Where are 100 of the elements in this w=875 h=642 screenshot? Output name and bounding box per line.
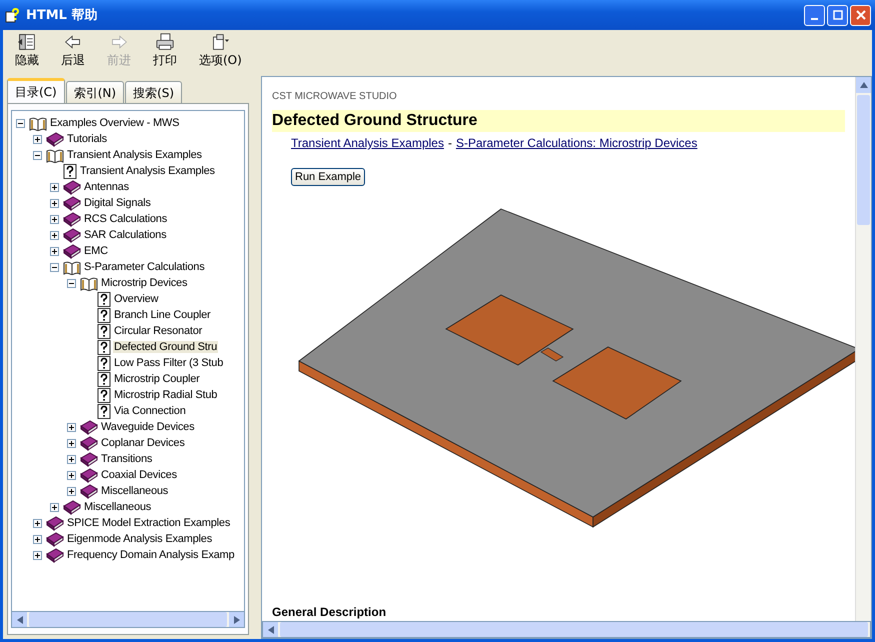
help-page-icon: [97, 404, 111, 418]
expand-toggle[interactable]: [31, 534, 44, 544]
help-page-icon: [97, 388, 111, 402]
tree-item[interactable]: Frequency Domain Analysis Examp: [66, 549, 236, 561]
tree-item[interactable]: Miscellaneous: [100, 485, 170, 497]
horizontal-scrollbar[interactable]: [11, 611, 245, 628]
help-page-icon: [63, 164, 77, 178]
vertical-scrollbar[interactable]: [855, 77, 871, 621]
up-arrow-icon[interactable]: [860, 82, 868, 88]
tree-item[interactable]: Miscellaneous: [83, 501, 152, 513]
breadcrumb-link[interactable]: S-Parameter Calculations: Microstrip Devices: [456, 136, 698, 150]
tree-item[interactable]: Circular Resonator: [113, 325, 204, 337]
help-page-icon: [97, 356, 111, 370]
tab[interactable]: 目录(C): [7, 78, 65, 103]
toolbar-button[interactable]: 隐藏: [11, 33, 43, 69]
product-name: CST MICROWAVE STUDIO: [272, 91, 397, 102]
closed-book-icon: [46, 548, 64, 562]
run-example-button[interactable]: Run Example: [291, 168, 366, 186]
minimize-icon: [811, 18, 818, 20]
toolbar-button[interactable]: 选项(O): [195, 33, 246, 69]
tree-item[interactable]: Microstrip Radial Stub: [113, 389, 218, 401]
expand-toggle[interactable]: [48, 182, 61, 192]
expand-toggle[interactable]: [31, 518, 44, 528]
horizontal-scrollbar[interactable]: [262, 621, 871, 638]
tree-item[interactable]: Microstrip Devices: [100, 277, 188, 289]
expand-toggle[interactable]: [65, 454, 78, 464]
expand-toggle[interactable]: [48, 198, 61, 208]
page-heading: Defected Ground Structure: [272, 110, 845, 132]
tree-item[interactable]: Examples Overview - MWS: [49, 117, 180, 129]
tree-item[interactable]: SAR Calculations: [83, 229, 168, 241]
close-icon: [856, 10, 866, 20]
tree-item[interactable]: Branch Line Coupler: [113, 309, 212, 321]
left-arrow-icon[interactable]: [16, 616, 22, 624]
tree-item[interactable]: RCS Calculations: [83, 213, 168, 225]
expand-toggle[interactable]: [31, 550, 44, 560]
expand-toggle[interactable]: [65, 470, 78, 480]
closed-book-icon: [63, 244, 81, 258]
collapse-toggle[interactable]: [48, 262, 61, 272]
tree-item[interactable]: S-Parameter Calculations: [83, 261, 206, 273]
closed-book-icon: [46, 532, 64, 546]
closed-book-icon: [80, 452, 98, 466]
closed-book-icon: [80, 468, 98, 482]
expand-toggle[interactable]: [48, 246, 61, 256]
close-button[interactable]: [850, 4, 871, 26]
tab[interactable]: 搜索(S): [125, 81, 182, 103]
minimize-button[interactable]: [804, 4, 825, 26]
help-page-icon: [97, 308, 111, 322]
closed-book-icon: [63, 500, 81, 514]
breadcrumb-link[interactable]: Transient Analysis Examples: [291, 136, 444, 150]
tree-item[interactable]: Waveguide Devices: [100, 421, 196, 433]
toolbar-button[interactable]: 打印: [149, 33, 181, 69]
scrollbar-thumb[interactable]: [857, 95, 870, 225]
expand-toggle[interactable]: [31, 134, 44, 144]
closed-book-icon: [46, 132, 64, 146]
tree-item[interactable]: Transitions: [100, 453, 154, 465]
tree-item[interactable]: Transient Analysis Examples: [79, 165, 216, 177]
closed-book-icon: [80, 420, 98, 434]
closed-book-icon: [46, 516, 64, 530]
maximize-button[interactable]: [827, 4, 848, 26]
tree-item[interactable]: Coplanar Devices: [100, 437, 186, 449]
tree-item[interactable]: Eigenmode Analysis Examples: [66, 533, 214, 545]
help-book-icon: [4, 7, 20, 23]
tree-item[interactable]: Transient Analysis Examples: [66, 149, 203, 161]
collapse-toggle[interactable]: [65, 278, 78, 288]
tree-item[interactable]: Digital Signals: [83, 197, 152, 209]
open-book-icon: [46, 148, 64, 162]
closed-book-icon: [80, 436, 98, 450]
collapse-toggle[interactable]: [31, 150, 44, 160]
expand-toggle[interactable]: [48, 230, 61, 240]
help-page-icon: [97, 372, 111, 386]
expand-toggle[interactable]: [65, 486, 78, 496]
left-arrow-icon[interactable]: [268, 626, 274, 634]
tree-item[interactable]: EMC: [83, 245, 109, 257]
help-page-icon: [97, 292, 111, 306]
tree-item[interactable]: Via Connection: [113, 405, 187, 417]
tree-item[interactable]: Low Pass Filter (3 Stub: [113, 357, 224, 369]
tree-item[interactable]: Tutorials: [66, 133, 108, 145]
closed-book-icon: [80, 484, 98, 498]
expand-toggle[interactable]: [65, 422, 78, 432]
help-page-icon: [97, 324, 111, 338]
expand-toggle[interactable]: [65, 438, 78, 448]
tree-item[interactable]: Microstrip Coupler: [113, 373, 201, 385]
tree-item[interactable]: Antennas: [83, 181, 130, 193]
expand-toggle[interactable]: [48, 502, 61, 512]
tree-item[interactable]: Coaxial Devices: [100, 469, 178, 481]
tree-item[interactable]: SPICE Model Extraction Examples: [66, 517, 232, 529]
tree-item[interactable]: Defected Ground Stru: [113, 341, 218, 353]
expand-toggle[interactable]: [48, 214, 61, 224]
right-arrow-icon[interactable]: [234, 616, 240, 624]
tab[interactable]: 索引(N): [66, 81, 124, 103]
open-book-icon: [80, 276, 98, 290]
closed-book-icon: [63, 212, 81, 226]
toolbar-button[interactable]: 后退: [57, 33, 89, 69]
closed-book-icon: [63, 196, 81, 210]
tree-item[interactable]: Overview: [113, 293, 160, 305]
window-title: HTML 帮助: [26, 7, 98, 24]
maximize-icon: [832, 10, 842, 20]
open-book-icon: [63, 260, 81, 274]
section-heading: General Description: [272, 605, 386, 621]
collapse-toggle[interactable]: [14, 118, 27, 128]
